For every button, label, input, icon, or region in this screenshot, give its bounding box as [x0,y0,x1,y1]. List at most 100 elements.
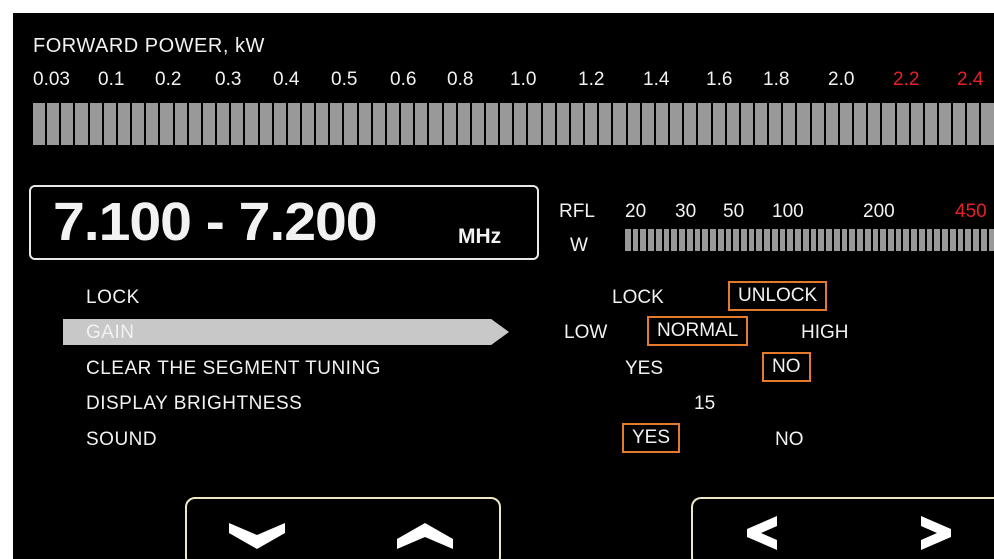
display-brightness-value[interactable]: 15 [686,391,723,417]
lock-option-lock[interactable]: LOCK [604,285,672,311]
menu-item-sound[interactable]: SOUND [86,429,157,451]
forward-power-tick: 0.1 [98,69,125,90]
gain-option-normal[interactable]: NORMAL [647,316,749,346]
meter-segment [868,103,881,145]
forward-power-tick: 1.8 [763,69,790,90]
up-down-nav-button[interactable] [185,497,501,559]
meter-segment [710,229,716,251]
meter-segment [679,229,685,251]
forward-power-bar [33,103,994,145]
meter-segment [839,103,853,145]
reflected-power-label: RFL [559,201,595,222]
forward-power-tick: 1.2 [578,69,605,90]
meter-segment [712,103,725,145]
meter-segment [146,103,159,145]
chevron-left-icon[interactable] [743,513,783,553]
meter-segment [694,229,701,251]
meter-segment [648,229,654,251]
meter-segment [625,229,631,251]
reflected-power-bar [625,229,994,251]
meter-segment [627,103,640,145]
meter-segment [640,229,647,251]
forward-power-tick: 0.8 [447,69,474,90]
meter-segment [486,103,499,145]
meter-segment [741,229,747,251]
meter-segment [47,103,60,145]
meter-segment [980,229,987,251]
left-right-nav-button[interactable] [691,497,994,559]
lock-option-unlock[interactable]: UNLOCK [728,281,828,311]
meter-segment [797,103,810,145]
meter-segment [754,103,768,145]
chevron-right-icon[interactable] [915,513,955,553]
reflected-power-unit: W [570,235,588,256]
menu-item-clear-segment-tuning[interactable]: CLEAR THE SEGMENT TUNING [86,358,381,380]
frequency-display: 7.100 - 7.200 MHz [29,185,539,260]
meter-segment [802,229,809,251]
forward-power-tick: 1.4 [643,69,670,90]
meter-segment [924,103,937,145]
meter-segment [245,103,258,145]
meter-segment [967,103,980,145]
meter-segment [585,103,598,145]
meter-segment [911,229,917,251]
meter-segment [849,229,856,251]
meter-segment [287,103,300,145]
meter-segment [570,103,584,145]
meter-segment [872,229,879,251]
meter-segment [818,229,825,251]
frequency-range: 7.100 - 7.200 [53,192,378,252]
meter-segment [733,229,740,251]
forward-power-tick: 0.5 [331,69,358,90]
meter-segment [386,103,400,145]
meter-segment [769,103,782,145]
meter-segment [857,229,863,251]
meter-segment [613,103,626,145]
meter-segment [75,103,88,145]
meter-segment [702,229,709,251]
meter-segment [641,103,654,145]
meter-segment [330,103,343,145]
meter-segment [259,103,272,145]
chevron-up-icon[interactable] [395,519,455,553]
forward-power-tick: 2.0 [828,69,855,90]
meter-segment [698,103,711,145]
meter-segment [942,229,948,251]
meter-segment [273,103,286,145]
meter-segment [655,103,669,145]
forward-power-tick: 0.4 [273,69,300,90]
clear-tuning-option-no[interactable]: NO [762,352,811,382]
gain-option-low[interactable]: LOW [556,320,615,346]
meter-segment [787,229,794,251]
gain-option-high[interactable]: HIGH [793,320,857,346]
reflected-power-tick: 50 [723,201,745,222]
meter-segment [918,229,925,251]
meter-segment [896,103,909,145]
meter-segment [748,229,755,251]
meter-segment [103,103,116,145]
meter-segment [988,229,994,251]
meter-segment [880,229,886,251]
meter-segment [686,229,693,251]
menu-item-lock[interactable]: LOCK [86,287,140,309]
chevron-down-icon[interactable] [227,519,287,553]
meter-segment [726,103,739,145]
sound-option-yes[interactable]: YES [622,423,681,453]
meter-segment [764,229,770,251]
meter-segment [973,229,979,251]
meter-segment [854,103,867,145]
meter-segment [316,103,329,145]
meter-segment [599,103,612,145]
reflected-power-tick: 450 [955,201,987,222]
meter-segment [910,103,923,145]
sound-option-no[interactable]: NO [767,427,812,453]
menu-item-display-brightness[interactable]: DISPLAY BRIGHTNESS [86,393,302,415]
forward-power-tick: 0.6 [390,69,417,90]
meter-segment [160,103,173,145]
meter-segment [117,103,131,145]
forward-power-tick: 0.03 [33,69,70,90]
meter-segment [825,103,838,145]
clear-tuning-option-yes[interactable]: YES [617,356,671,382]
meter-segment [457,103,470,145]
menu-item-gain[interactable]: GAIN [86,322,134,344]
